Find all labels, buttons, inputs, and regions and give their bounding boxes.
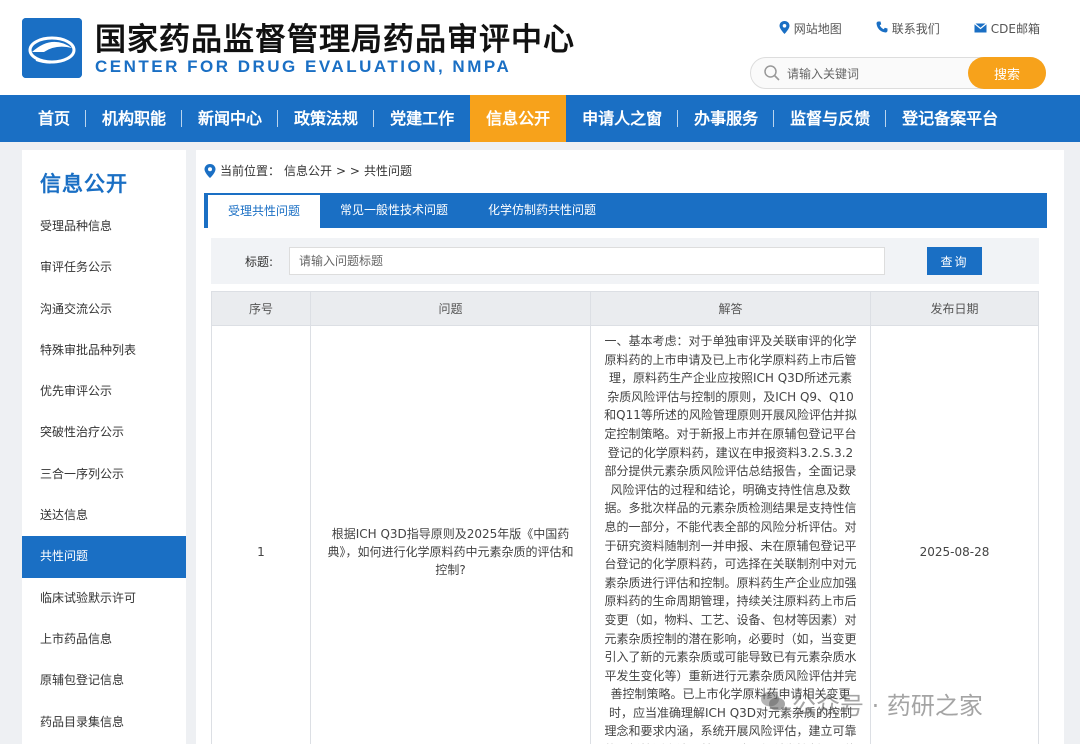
sidebar-item-review-tasks[interactable]: 审评任务公示 [22, 247, 186, 288]
sidebar-item-marketed-drugs[interactable]: 上市药品信息 [22, 619, 186, 660]
sidebar-item-accepted-varieties[interactable]: 受理品种信息 [22, 206, 186, 247]
row-question[interactable]: 根据ICH Q3D指导原则及2025年版《中国药典》，如何进行化学原料药中元素杂… [310, 324, 591, 744]
main-nav: 首页 机构职能 新闻中心 政策法规 党建工作 信息公开 申请人之窗 办事服务 监… [0, 95, 1080, 142]
cde-mail-link[interactable]: CDE邮箱 [973, 20, 1040, 37]
sidebar-item-special-approval[interactable]: 特殊审批品种列表 [22, 330, 186, 371]
tab-bar: 受理共性问题 常见一般性技术问题 化学仿制药共性问题 [204, 193, 1047, 228]
column-header-date: 发布日期 [870, 291, 1039, 326]
row-publish-date: 2025-08-28 [870, 324, 1039, 744]
sidebar-item-excipient-registration[interactable]: 原辅包登记信息 [22, 660, 186, 701]
sitemap-label: 网站地图 [793, 22, 842, 36]
site-title-en: CENTER FOR DRUG EVALUATION, NMPA [95, 57, 512, 76]
sidebar-item-clinical-trial[interactable]: 临床试验默示许可 [22, 578, 186, 619]
tab-accepted-common-issues[interactable]: 受理共性问题 [208, 195, 321, 228]
search-icon [763, 64, 781, 82]
breadcrumb-separator: > > [336, 163, 360, 178]
watermark-text: 公众号 · 药研之家 [792, 692, 983, 720]
table-row: 1 根据ICH Q3D指导原则及2025年版《中国药典》，如何进行化学原料药中元… [211, 324, 1039, 744]
wechat-icon [760, 690, 786, 718]
nav-item-news[interactable]: 新闻中心 [182, 95, 279, 142]
contact-label: 联系我们 [891, 22, 940, 36]
title-filter-label: 标题: [245, 255, 274, 269]
phone-icon [876, 21, 888, 36]
issues-table: 序号 问题 解答 发布日期 1 根据ICH Q3D指导原则及2025年版《中国药… [211, 291, 1039, 744]
mail-icon [973, 22, 987, 36]
wechat-watermark: 公众号 · 药研之家 [760, 686, 983, 721]
location-pin-icon [204, 163, 216, 178]
sidebar-item-communication[interactable]: 沟通交流公示 [22, 289, 186, 330]
sidebar-item-drug-catalog[interactable]: 药品目录集信息 [22, 702, 186, 743]
nav-item-party[interactable]: 党建工作 [374, 95, 470, 142]
column-header-no: 序号 [211, 291, 311, 326]
title-filter-input[interactable] [289, 247, 885, 275]
nav-item-policy[interactable]: 政策法规 [278, 95, 375, 142]
search-button[interactable]: 搜索 [968, 57, 1046, 89]
sidebar-item-breakthrough[interactable]: 突破性治疗公示 [22, 412, 186, 453]
column-header-answer: 解答 [590, 291, 871, 326]
cde-mail-label: CDE邮箱 [990, 22, 1040, 36]
filter-bar: 标题: 查询 [211, 238, 1039, 284]
sidebar-item-priority-review[interactable]: 优先审评公示 [22, 371, 186, 412]
row-number: 1 [211, 324, 311, 744]
tab-general-technical-issues[interactable]: 常见一般性技术问题 [320, 193, 468, 228]
breadcrumb-label: 当前位置： [220, 164, 281, 178]
nav-item-info-disclosure[interactable]: 信息公开 [470, 95, 567, 142]
table-header-row: 序号 问题 解答 发布日期 [211, 291, 1039, 326]
top-links: 网站地图 联系我们 CDE邮箱 [779, 20, 1040, 37]
row-answer: 一、基本考虑：对于单独审评及关联审评的化学原料药的上市申请及已上市化学原料药上市… [590, 324, 871, 744]
query-button[interactable]: 查询 [927, 247, 982, 275]
nav-item-applicant[interactable]: 申请人之窗 [566, 95, 679, 142]
nav-item-functions[interactable]: 机构职能 [86, 95, 183, 142]
map-pin-icon [779, 20, 790, 37]
sidebar-title: 信息公开 [40, 172, 128, 196]
sidebar-item-delivery[interactable]: 送达信息 [22, 495, 186, 536]
sitemap-link[interactable]: 网站地图 [779, 20, 842, 37]
breadcrumb: 当前位置： 信息公开 > > 共性问题 [204, 162, 412, 179]
sidebar-item-common-issues[interactable]: 共性问题 [22, 536, 186, 578]
breadcrumb-current: 共性问题 [363, 164, 412, 178]
site-search: 搜索 [750, 57, 1046, 89]
nav-item-feedback[interactable]: 监督与反馈 [774, 95, 887, 142]
breadcrumb-info-disclosure[interactable]: 信息公开 [284, 162, 332, 179]
nav-item-registration[interactable]: 登记备案平台 [886, 95, 1014, 142]
main-content: 当前位置： 信息公开 > > 共性问题 受理共性问题 常见一般性技术问题 化学仿… [196, 150, 1064, 744]
contact-link[interactable]: 联系我们 [876, 20, 940, 37]
sidebar-item-three-in-one[interactable]: 三合一序列公示 [22, 454, 186, 495]
sidebar: 信息公开 受理品种信息 审评任务公示 沟通交流公示 特殊审批品种列表 优先审评公… [22, 150, 186, 744]
tab-generic-chemical-drugs[interactable]: 化学仿制药共性问题 [468, 193, 616, 228]
search-input[interactable] [787, 64, 967, 84]
site-header: 国家药品监督管理局药品审评中心 CENTER FOR DRUG EVALUATI… [0, 0, 1080, 95]
nav-item-home[interactable]: 首页 [22, 95, 87, 142]
cde-logo[interactable] [22, 18, 82, 78]
nav-item-services[interactable]: 办事服务 [678, 95, 775, 142]
site-title-cn: 国家药品监督管理局药品审评中心 [95, 22, 575, 58]
column-header-question: 问题 [310, 291, 591, 326]
